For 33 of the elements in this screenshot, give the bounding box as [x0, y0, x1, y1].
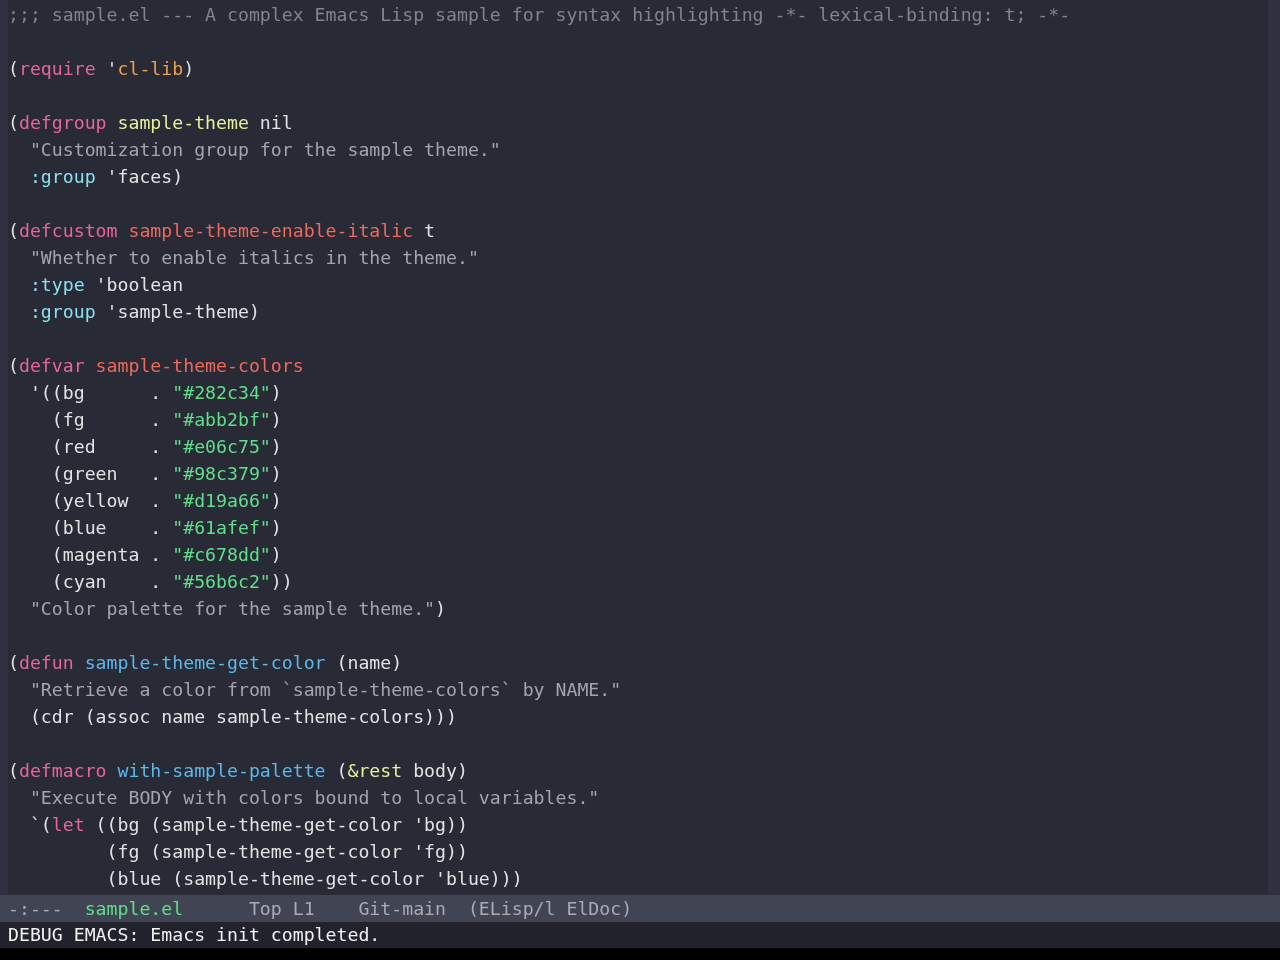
code-line: (defgroup sample-theme nil [8, 112, 293, 133]
code-line: (require 'cl-lib) [8, 58, 195, 79]
code-line: (blue . "#61afef") [51, 517, 282, 538]
code-line: (defmacro with-sample-palette (&rest body) [8, 760, 468, 781]
code-line: (defcustom sample-theme-enable-italic t [8, 220, 436, 241]
code-line: :group 'sample-theme) [29, 301, 260, 322]
code-line: (blue (sample-theme-get-color 'blue))) [106, 868, 523, 889]
buffer-name: sample.el [84, 897, 184, 921]
code-line: (cyan . "#56b6c2")) [51, 571, 293, 592]
code-line: :type 'boolean [29, 274, 184, 295]
code-line: (fg . "#abb2bf") [51, 409, 282, 430]
git-branch: Git-main [358, 897, 446, 921]
code-line: (green . "#98c379") [51, 463, 282, 484]
code-line: "Retrieve a color from `sample-theme-colors` by NAME." [29, 679, 622, 700]
code-line: '((bg . "#282c34") [29, 382, 282, 403]
code-line: "Execute BODY with colors bound to local variables." [29, 787, 600, 808]
code-line: "Color palette for the sample theme.") [29, 598, 446, 619]
code-line: (yellow . "#d19a66") [51, 490, 282, 511]
code-line: (cdr (assoc name sample-theme-colors))) [29, 706, 457, 727]
code-line: "Whether to enable italics in the theme." [29, 247, 479, 268]
code-line: "Customization group for the sample theme." [29, 139, 501, 160]
major-mode: (ELisp/l ElDoc) [467, 897, 633, 921]
cursor-position: Top L1 [248, 897, 315, 921]
code-line: (defun sample-theme-get-color (name) [8, 652, 403, 673]
echo-message: DEBUG EMACS: Emacs init completed. [8, 923, 381, 947]
code-line: :group 'faces) [29, 166, 184, 187]
code-line: (fg (sample-theme-get-color 'fg)) [106, 841, 468, 862]
code-line: `(let ((bg (sample-theme-get-color 'bg)) [29, 814, 468, 835]
modified-status: -:--- [8, 897, 63, 921]
code-line: (defvar sample-theme-colors [8, 355, 304, 376]
code-line: ;;; sample.el --- A complex Emacs Lisp sample for syntax highlighting -*- lexical-binding: t; -*- [8, 4, 1071, 25]
code-line: (magenta . "#c678dd") [51, 544, 282, 565]
code-line: (red . "#e06c75") [51, 436, 282, 457]
